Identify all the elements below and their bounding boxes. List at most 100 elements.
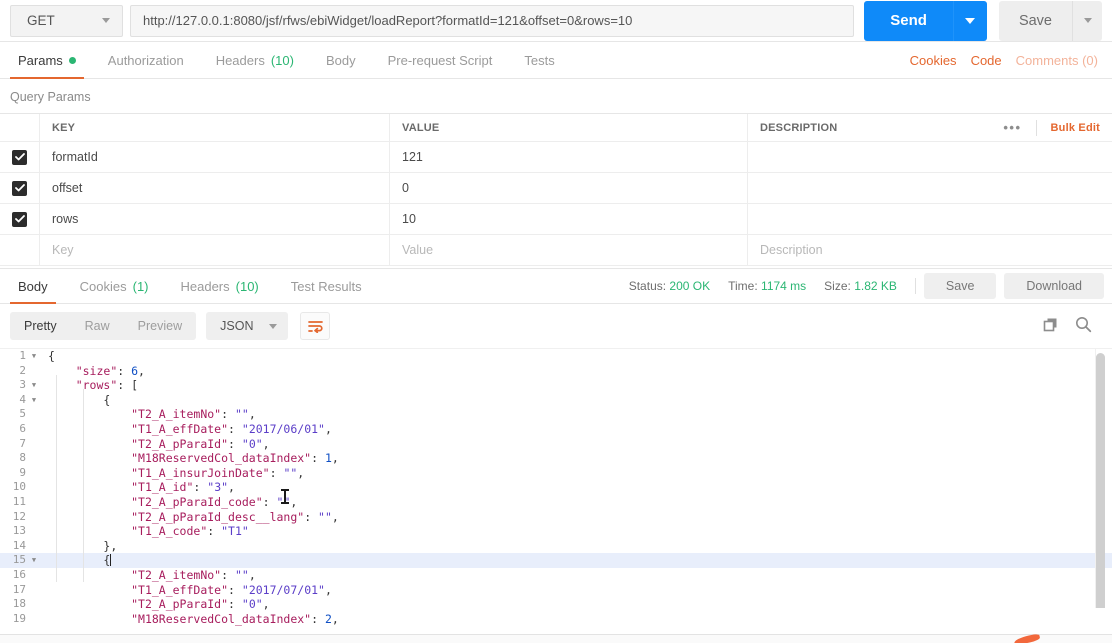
table-header-row: KEY VALUE DESCRIPTION ••• Bulk Edit: [0, 114, 1112, 142]
code-line: 18 "T2_A_pParaId": "0",: [0, 597, 1112, 612]
row-checkbox[interactable]: [12, 180, 27, 196]
code-text: "T1_A_effDate": "2017/06/01",: [131, 421, 332, 436]
param-key-input[interactable]: offset: [40, 173, 390, 203]
status-label: Status:: [628, 279, 667, 293]
fold-triangle-icon[interactable]: ▼: [28, 349, 40, 364]
row-checkbox[interactable]: [12, 149, 27, 165]
param-description-input[interactable]: [748, 204, 1112, 234]
response-tab-test-results[interactable]: Test Results: [275, 269, 378, 303]
table-row: formatId 121: [0, 142, 1112, 173]
send-button[interactable]: Send: [864, 0, 953, 41]
code-line: 16 "T2_A_itemNo": "",: [0, 568, 1112, 583]
send-options-button[interactable]: [952, 0, 987, 41]
code-line: 5 "T2_A_itemNo": "",: [0, 407, 1112, 422]
param-key-input[interactable]: rows: [40, 204, 390, 234]
response-format-select[interactable]: JSON: [206, 312, 289, 340]
new-param-key-input[interactable]: Key: [40, 235, 390, 265]
size-badge: Size: 1.82 KB: [824, 279, 897, 293]
code-line: 10 "T1_A_id": "3",: [0, 480, 1112, 495]
tab-headers[interactable]: Headers (10): [200, 42, 310, 78]
tab-headers-count: (10): [270, 52, 294, 68]
code-text: "T2_A_pParaId_code": "",: [131, 494, 298, 509]
line-number: 4: [19, 392, 26, 406]
view-mode-preview[interactable]: Preview: [124, 312, 196, 340]
response-body-code-viewer[interactable]: 1 ▼{2 "size": 6, 3 ▼ "rows": [4 ▼ {5 "T2_A_i…: [0, 348, 1112, 643]
search-icon: [1076, 317, 1092, 333]
row-checkbox[interactable]: [12, 211, 27, 227]
word-wrap-toggle-button[interactable]: [300, 312, 331, 340]
view-mode-raw[interactable]: Raw: [71, 312, 124, 340]
new-param-description-input[interactable]: Description: [748, 235, 1112, 265]
tab-params-label: Params: [18, 52, 63, 68]
response-save-button[interactable]: Save: [923, 273, 997, 299]
tab-headers-label: Headers: [215, 52, 265, 68]
code-text: "T2_A_itemNo": "",: [131, 567, 256, 582]
json-code-lines: 1 ▼{2 "size": 6, 3 ▼ "rows": [4 ▼ {5 "T2_A_i…: [0, 349, 1112, 643]
http-method-select[interactable]: GET: [10, 4, 123, 37]
response-tab-test-results-label: Test Results: [290, 278, 362, 294]
tab-authorization-label: Authorization: [107, 52, 184, 68]
response-download-button[interactable]: Download: [1004, 273, 1104, 299]
param-value-input[interactable]: 10: [390, 204, 748, 234]
tab-pre-request-script[interactable]: Pre-request Script: [372, 42, 509, 78]
code-line: 3 ▼ "rows": [: [0, 378, 1112, 393]
tab-tests[interactable]: Tests: [508, 42, 570, 78]
response-tab-body[interactable]: Body: [2, 269, 64, 304]
code-scrollbar-thumb[interactable]: [1096, 353, 1105, 631]
fold-triangle-icon[interactable]: ▼: [28, 393, 40, 408]
header-cell-description: DESCRIPTION ••• Bulk Edit: [748, 114, 1112, 141]
line-number: 6: [19, 421, 26, 435]
code-text: },: [103, 538, 118, 553]
response-format-value: JSON: [220, 319, 254, 333]
tab-params[interactable]: Params: [2, 42, 92, 79]
request-url-input[interactable]: http://127.0.0.1:8080/jsf/rfws/ebiWidget…: [130, 4, 855, 37]
comments-link[interactable]: Comments (0): [1016, 53, 1098, 68]
fold-triangle-icon[interactable]: ▼: [28, 378, 40, 393]
table-row: rows 10: [0, 204, 1112, 235]
bottom-right-spacer: [977, 608, 1112, 634]
response-tab-cookies-count: (1): [132, 278, 149, 294]
copy-button[interactable]: [1042, 316, 1059, 336]
search-button[interactable]: [1075, 316, 1092, 336]
line-number: 15: [12, 553, 26, 567]
line-number: 7: [19, 436, 26, 450]
divider: [1035, 119, 1037, 136]
more-options-icon[interactable]: •••: [1003, 121, 1021, 134]
new-param-value-input[interactable]: Value: [390, 235, 748, 265]
code-text: "T1_A_code": "T1": [131, 524, 249, 539]
code-text: "T2_A_pParaId": "0",: [131, 436, 270, 451]
response-body-actions: [1042, 316, 1102, 336]
param-description-input[interactable]: [748, 142, 1112, 172]
code-line: 13 "T1_A_code": "T1": [0, 524, 1112, 539]
tab-authorization[interactable]: Authorization: [92, 42, 200, 78]
header-cell-select: [0, 114, 40, 141]
param-key-input[interactable]: formatId: [40, 142, 390, 172]
code-text: "rows": [: [75, 378, 139, 393]
response-tab-headers-count: (10): [235, 278, 259, 294]
save-button[interactable]: Save: [998, 0, 1072, 41]
line-number: 13: [12, 524, 26, 538]
response-tab-body-label: Body: [18, 278, 48, 294]
code-link[interactable]: Code: [971, 53, 1002, 68]
param-value-input[interactable]: 121: [390, 142, 748, 172]
query-params-title: Query Params: [10, 90, 91, 104]
response-tab-headers[interactable]: Headers (10): [165, 269, 275, 303]
view-mode-pretty[interactable]: Pretty: [10, 312, 71, 340]
bottom-status-strip: [0, 634, 1112, 643]
code-scrollbar-track[interactable]: [1095, 349, 1110, 643]
fold-triangle-icon[interactable]: ▼: [28, 553, 40, 568]
code-line: 11 "T2_A_pParaId_code": "",: [0, 495, 1112, 510]
tab-body-label: Body: [325, 52, 356, 68]
save-options-button[interactable]: [1072, 0, 1102, 41]
size-label: Size:: [824, 279, 851, 293]
tab-pre-request-script-label: Pre-request Script: [387, 52, 493, 68]
tab-body[interactable]: Body: [310, 42, 372, 78]
response-tab-cookies[interactable]: Cookies (1): [64, 269, 165, 303]
param-description-input[interactable]: [748, 173, 1112, 203]
row-checkbox-cell: [0, 173, 40, 203]
table-row: offset 0: [0, 173, 1112, 204]
bulk-edit-link[interactable]: Bulk Edit: [1051, 122, 1100, 134]
param-value-input[interactable]: 0: [390, 173, 748, 203]
cookies-link[interactable]: Cookies: [910, 53, 957, 68]
code-text: {: [48, 349, 55, 363]
